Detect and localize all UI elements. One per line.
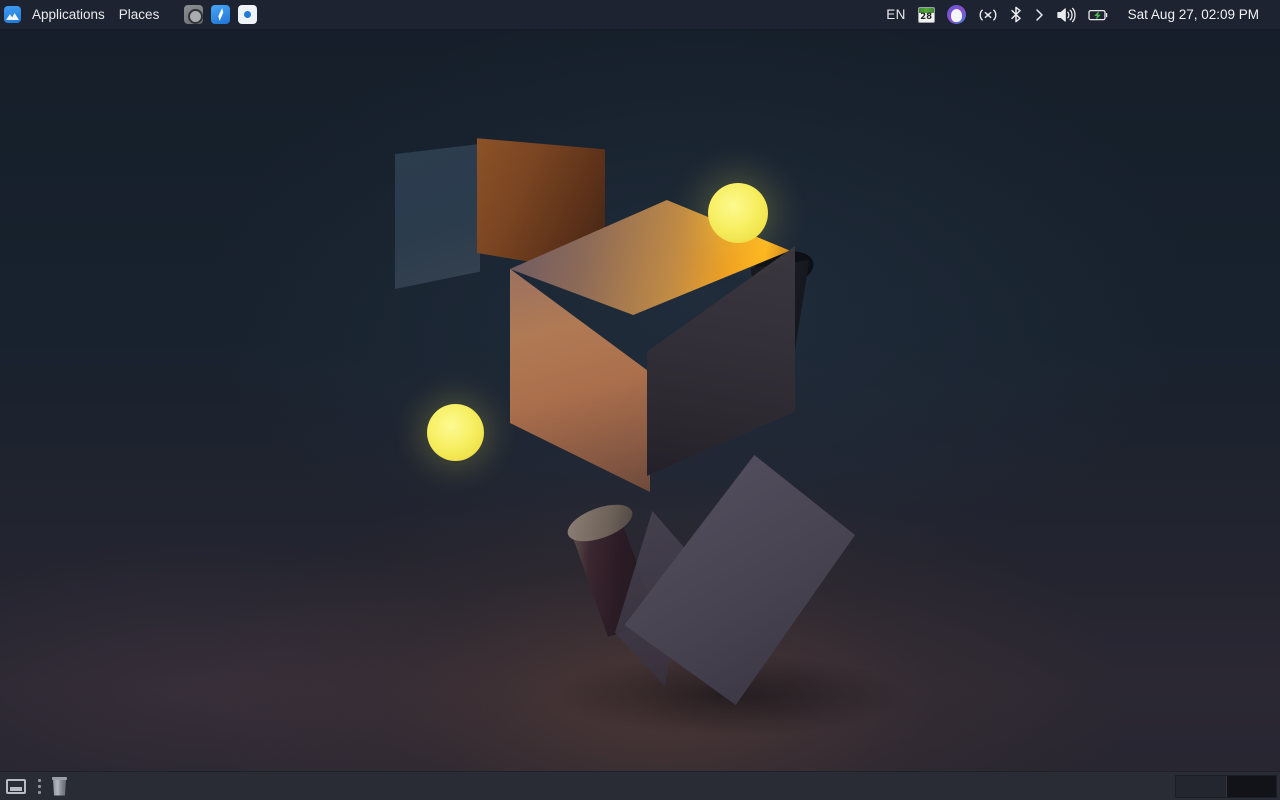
trash-can-body — [53, 779, 66, 796]
workspace-switcher[interactable] — [1175, 774, 1277, 798]
keyboard-language-label: EN — [886, 7, 906, 22]
calendar-icon[interactable]: 28 — [913, 0, 940, 29]
camera-icon[interactable] — [184, 5, 204, 24]
grip-dot — [37, 790, 41, 794]
trash-icon[interactable] — [52, 776, 67, 796]
window-task-list[interactable] — [67, 772, 1175, 800]
wallpaper-lower-cube — [560, 455, 860, 705]
blue-dot-icon[interactable] — [238, 5, 258, 24]
workspace-2[interactable] — [1226, 775, 1276, 797]
grip-dot — [37, 778, 41, 782]
menu-applications-label: Applications — [32, 7, 105, 22]
user-avatar-icon[interactable] — [942, 0, 971, 29]
lower-cube-front-face — [624, 455, 855, 705]
top-panel: Applications Places EN 28 Sat Aug 27, 02… — [0, 0, 1280, 30]
chevron-right-icon[interactable] — [1029, 0, 1049, 29]
menu-places-label: Places — [118, 7, 160, 22]
desktop-wallpaper[interactable] — [0, 0, 1280, 800]
compass-browser-icon[interactable] — [211, 5, 231, 24]
wallpaper-main-cube — [505, 200, 795, 495]
menu-applications[interactable]: Applications — [25, 0, 112, 29]
desktop-screen: Applications Places EN 28 Sat Aug 27, 02… — [0, 0, 1280, 800]
calendar-day-number: 28 — [920, 11, 933, 22]
grip-dot — [37, 784, 41, 788]
clock-label: Sat Aug 27, 02:09 PM — [1127, 7, 1259, 22]
menu-places[interactable]: Places — [112, 0, 167, 29]
volume-speaker-icon[interactable] — [1051, 0, 1081, 29]
bottom-panel — [0, 771, 1280, 800]
keyboard-language-indicator[interactable]: EN — [881, 0, 910, 29]
vpn-network-icon[interactable] — [973, 0, 1003, 29]
wallpaper-yellow-sphere-lower — [427, 404, 484, 461]
battery-charging-icon[interactable] — [1083, 0, 1115, 29]
clock[interactable]: Sat Aug 27, 02:09 PM — [1117, 0, 1272, 29]
wallpaper-yellow-sphere-upper — [708, 183, 768, 243]
panel-grip-handle[interactable] — [34, 778, 44, 794]
trash-lid — [52, 776, 67, 780]
app-launcher-icon[interactable] — [4, 6, 21, 23]
show-desktop-icon[interactable] — [6, 778, 26, 794]
workspace-1[interactable] — [1176, 775, 1226, 797]
bluetooth-icon[interactable] — [1005, 0, 1027, 29]
